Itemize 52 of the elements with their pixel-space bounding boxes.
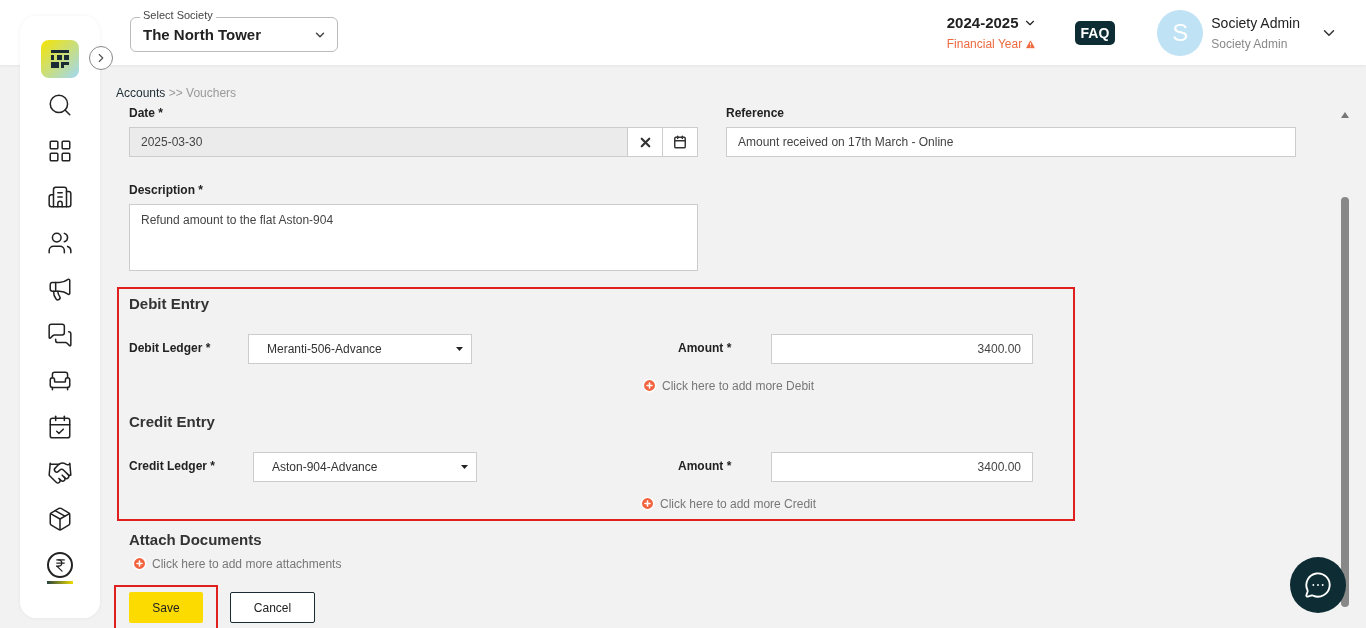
field-label: Date * bbox=[129, 106, 164, 120]
megaphone-icon bbox=[47, 276, 73, 302]
save-button[interactable]: Save bbox=[129, 592, 203, 623]
plus-icon bbox=[642, 378, 657, 393]
add-link[interactable]: Click here to add more Credit bbox=[640, 496, 817, 511]
user-name: Society Admin bbox=[1211, 14, 1300, 31]
user-role: Society Admin bbox=[1211, 36, 1289, 51]
faq-button[interactable]: FAQ bbox=[1074, 20, 1116, 45]
sidebar-item[interactable] bbox=[47, 552, 73, 584]
section-title: Debit Entry bbox=[129, 295, 210, 312]
cancel-button[interactable]: Cancel bbox=[230, 592, 315, 623]
field-label: Debit Ledger * bbox=[129, 340, 212, 355]
section-title: Credit Entry bbox=[129, 413, 216, 430]
description-field[interactable]: Refund amount to the flat Aston-904 bbox=[129, 204, 698, 271]
caret-icon bbox=[456, 347, 463, 351]
breadcrumb-link[interactable]: Accounts bbox=[116, 86, 166, 100]
handshake-icon bbox=[47, 460, 73, 486]
box-icon bbox=[47, 506, 73, 532]
scroll-up-icon[interactable] bbox=[1341, 112, 1349, 118]
grid-icon bbox=[47, 138, 73, 164]
plus-icon bbox=[640, 496, 655, 511]
add-link[interactable]: Click here to add more Debit bbox=[642, 378, 815, 393]
calendar-icon bbox=[47, 414, 73, 440]
add-link[interactable]: Click here to add more attachments bbox=[132, 556, 342, 571]
rupee-icon bbox=[47, 552, 73, 578]
breadcrumb-current: >> Vouchers bbox=[168, 86, 237, 100]
section-title: Attach Documents bbox=[129, 531, 263, 548]
financial-year-select[interactable]: 2024-2025 bbox=[946, 14, 1037, 31]
ledger-select[interactable]: Meranti-506-Advance bbox=[248, 334, 472, 364]
people-icon bbox=[47, 230, 73, 256]
caret-icon bbox=[461, 465, 468, 469]
financial-year-label: Financial Year bbox=[946, 37, 1023, 51]
society-select-value: The North Tower bbox=[143, 26, 262, 43]
field-label: Description * bbox=[129, 183, 204, 197]
ledger-select[interactable]: Aston-904-Advance bbox=[253, 452, 477, 482]
chat-button[interactable] bbox=[1290, 557, 1346, 613]
society-select-label: Select Society bbox=[140, 9, 216, 21]
search-icon bbox=[47, 92, 73, 118]
amount-field[interactable]: 3400.00 bbox=[771, 334, 1033, 364]
chat-bubbles-icon bbox=[47, 322, 73, 348]
field-label: Amount * bbox=[678, 458, 733, 473]
avatar: S bbox=[1157, 9, 1204, 56]
amount-field[interactable]: 3400.00 bbox=[771, 452, 1033, 482]
field-label: Amount * bbox=[678, 340, 733, 355]
field-label: Credit Ledger * bbox=[129, 458, 216, 473]
building-icon bbox=[47, 184, 73, 210]
chat-icon bbox=[1304, 571, 1332, 599]
field-label: Reference bbox=[726, 106, 786, 120]
plus-icon bbox=[132, 556, 147, 571]
app-logo bbox=[41, 40, 79, 78]
warning-icon bbox=[1025, 38, 1037, 50]
reference-field[interactable]: Amount received on 17th March - Online bbox=[726, 127, 1296, 157]
